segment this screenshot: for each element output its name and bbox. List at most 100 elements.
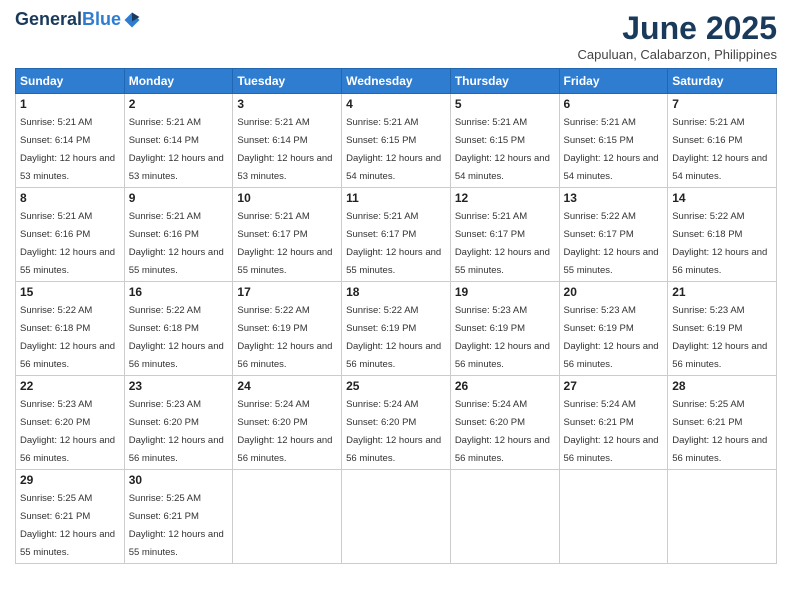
calendar-week-row: 1 Sunrise: 5:21 AMSunset: 6:14 PMDayligh… [16, 94, 777, 188]
day-info: Sunrise: 5:23 AMSunset: 6:19 PMDaylight:… [455, 305, 550, 370]
calendar-day: 18 Sunrise: 5:22 AMSunset: 6:19 PMDaylig… [342, 282, 451, 376]
day-info: Sunrise: 5:22 AMSunset: 6:19 PMDaylight:… [346, 305, 441, 370]
calendar-day: 27 Sunrise: 5:24 AMSunset: 6:21 PMDaylig… [559, 376, 668, 470]
title-block: June 2025 Capuluan, Calabarzon, Philippi… [578, 10, 777, 62]
day-info: Sunrise: 5:21 AMSunset: 6:17 PMDaylight:… [455, 211, 550, 276]
empty-cell [233, 470, 342, 564]
day-number: 8 [20, 191, 120, 205]
calendar-day: 5 Sunrise: 5:21 AMSunset: 6:15 PMDayligh… [450, 94, 559, 188]
day-number: 11 [346, 191, 446, 205]
day-info: Sunrise: 5:21 AMSunset: 6:16 PMDaylight:… [129, 211, 224, 276]
day-info: Sunrise: 5:21 AMSunset: 6:15 PMDaylight:… [346, 117, 441, 182]
weekday-header-row: Sunday Monday Tuesday Wednesday Thursday… [16, 69, 777, 94]
day-number: 28 [672, 379, 772, 393]
day-number: 5 [455, 97, 555, 111]
calendar-day: 19 Sunrise: 5:23 AMSunset: 6:19 PMDaylig… [450, 282, 559, 376]
day-info: Sunrise: 5:24 AMSunset: 6:20 PMDaylight:… [237, 399, 332, 464]
calendar-table: Sunday Monday Tuesday Wednesday Thursday… [15, 68, 777, 564]
day-number: 30 [129, 473, 229, 487]
day-number: 1 [20, 97, 120, 111]
day-info: Sunrise: 5:23 AMSunset: 6:20 PMDaylight:… [129, 399, 224, 464]
day-info: Sunrise: 5:23 AMSunset: 6:19 PMDaylight:… [672, 305, 767, 370]
calendar-day: 30 Sunrise: 5:25 AMSunset: 6:21 PMDaylig… [124, 470, 233, 564]
day-number: 7 [672, 97, 772, 111]
header-thursday: Thursday [450, 69, 559, 94]
logo: GeneralBlue [15, 10, 141, 30]
day-info: Sunrise: 5:22 AMSunset: 6:19 PMDaylight:… [237, 305, 332, 370]
day-number: 12 [455, 191, 555, 205]
day-info: Sunrise: 5:21 AMSunset: 6:17 PMDaylight:… [346, 211, 441, 276]
header-wednesday: Wednesday [342, 69, 451, 94]
calendar-day: 4 Sunrise: 5:21 AMSunset: 6:15 PMDayligh… [342, 94, 451, 188]
empty-cell [668, 470, 777, 564]
day-info: Sunrise: 5:22 AMSunset: 6:18 PMDaylight:… [129, 305, 224, 370]
month-title: June 2025 [578, 10, 777, 47]
day-number: 16 [129, 285, 229, 299]
day-number: 25 [346, 379, 446, 393]
day-info: Sunrise: 5:23 AMSunset: 6:19 PMDaylight:… [564, 305, 659, 370]
day-info: Sunrise: 5:24 AMSunset: 6:20 PMDaylight:… [346, 399, 441, 464]
calendar-day: 9 Sunrise: 5:21 AMSunset: 6:16 PMDayligh… [124, 188, 233, 282]
day-number: 20 [564, 285, 664, 299]
calendar-week-row: 22 Sunrise: 5:23 AMSunset: 6:20 PMDaylig… [16, 376, 777, 470]
day-number: 23 [129, 379, 229, 393]
day-number: 6 [564, 97, 664, 111]
day-number: 2 [129, 97, 229, 111]
calendar-page: GeneralBlue June 2025 Capuluan, Calabarz… [0, 0, 792, 612]
logo-icon [123, 11, 141, 29]
day-number: 10 [237, 191, 337, 205]
day-number: 13 [564, 191, 664, 205]
day-info: Sunrise: 5:21 AMSunset: 6:15 PMDaylight:… [564, 117, 659, 182]
calendar-day: 10 Sunrise: 5:21 AMSunset: 6:17 PMDaylig… [233, 188, 342, 282]
day-number: 27 [564, 379, 664, 393]
day-info: Sunrise: 5:22 AMSunset: 6:18 PMDaylight:… [672, 211, 767, 276]
location-subtitle: Capuluan, Calabarzon, Philippines [578, 47, 777, 62]
day-info: Sunrise: 5:24 AMSunset: 6:21 PMDaylight:… [564, 399, 659, 464]
calendar-day: 13 Sunrise: 5:22 AMSunset: 6:17 PMDaylig… [559, 188, 668, 282]
day-number: 19 [455, 285, 555, 299]
calendar-day: 14 Sunrise: 5:22 AMSunset: 6:18 PMDaylig… [668, 188, 777, 282]
calendar-day: 2 Sunrise: 5:21 AMSunset: 6:14 PMDayligh… [124, 94, 233, 188]
header-friday: Friday [559, 69, 668, 94]
day-number: 26 [455, 379, 555, 393]
empty-cell [342, 470, 451, 564]
day-number: 17 [237, 285, 337, 299]
day-number: 24 [237, 379, 337, 393]
day-number: 29 [20, 473, 120, 487]
calendar-day: 29 Sunrise: 5:25 AMSunset: 6:21 PMDaylig… [16, 470, 125, 564]
day-number: 14 [672, 191, 772, 205]
calendar-day: 6 Sunrise: 5:21 AMSunset: 6:15 PMDayligh… [559, 94, 668, 188]
calendar-day: 16 Sunrise: 5:22 AMSunset: 6:18 PMDaylig… [124, 282, 233, 376]
calendar-day: 24 Sunrise: 5:24 AMSunset: 6:20 PMDaylig… [233, 376, 342, 470]
day-info: Sunrise: 5:21 AMSunset: 6:17 PMDaylight:… [237, 211, 332, 276]
day-number: 3 [237, 97, 337, 111]
day-number: 4 [346, 97, 446, 111]
calendar-day: 1 Sunrise: 5:21 AMSunset: 6:14 PMDayligh… [16, 94, 125, 188]
calendar-day: 12 Sunrise: 5:21 AMSunset: 6:17 PMDaylig… [450, 188, 559, 282]
header-saturday: Saturday [668, 69, 777, 94]
day-number: 18 [346, 285, 446, 299]
calendar-day: 22 Sunrise: 5:23 AMSunset: 6:20 PMDaylig… [16, 376, 125, 470]
header-tuesday: Tuesday [233, 69, 342, 94]
calendar-day: 23 Sunrise: 5:23 AMSunset: 6:20 PMDaylig… [124, 376, 233, 470]
calendar-week-row: 29 Sunrise: 5:25 AMSunset: 6:21 PMDaylig… [16, 470, 777, 564]
day-info: Sunrise: 5:21 AMSunset: 6:15 PMDaylight:… [455, 117, 550, 182]
header-monday: Monday [124, 69, 233, 94]
empty-cell [450, 470, 559, 564]
logo-text: GeneralBlue [15, 10, 121, 30]
calendar-day: 28 Sunrise: 5:25 AMSunset: 6:21 PMDaylig… [668, 376, 777, 470]
calendar-day: 25 Sunrise: 5:24 AMSunset: 6:20 PMDaylig… [342, 376, 451, 470]
day-number: 22 [20, 379, 120, 393]
page-header: GeneralBlue June 2025 Capuluan, Calabarz… [15, 10, 777, 62]
day-number: 9 [129, 191, 229, 205]
calendar-day: 26 Sunrise: 5:24 AMSunset: 6:20 PMDaylig… [450, 376, 559, 470]
day-info: Sunrise: 5:22 AMSunset: 6:18 PMDaylight:… [20, 305, 115, 370]
calendar-week-row: 15 Sunrise: 5:22 AMSunset: 6:18 PMDaylig… [16, 282, 777, 376]
day-info: Sunrise: 5:21 AMSunset: 6:14 PMDaylight:… [129, 117, 224, 182]
day-info: Sunrise: 5:21 AMSunset: 6:16 PMDaylight:… [20, 211, 115, 276]
calendar-day: 15 Sunrise: 5:22 AMSunset: 6:18 PMDaylig… [16, 282, 125, 376]
day-number: 15 [20, 285, 120, 299]
calendar-day: 7 Sunrise: 5:21 AMSunset: 6:16 PMDayligh… [668, 94, 777, 188]
calendar-day: 11 Sunrise: 5:21 AMSunset: 6:17 PMDaylig… [342, 188, 451, 282]
day-info: Sunrise: 5:25 AMSunset: 6:21 PMDaylight:… [672, 399, 767, 464]
